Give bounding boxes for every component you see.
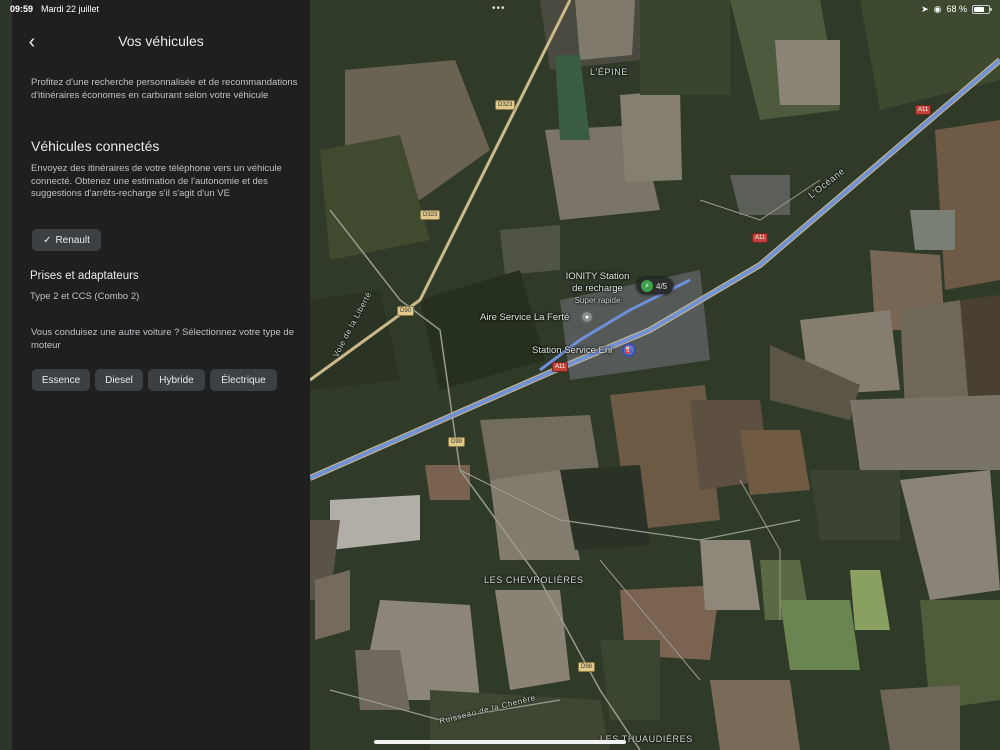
home-indicator[interactable] bbox=[374, 740, 626, 744]
battery-percent: 68 % bbox=[946, 4, 967, 14]
rest-area-pin-icon[interactable]: ● bbox=[580, 310, 594, 324]
road-shield-a11-b: A11 bbox=[552, 362, 569, 372]
road-shield-d323-a: D323 bbox=[495, 100, 516, 110]
poi-station-eni-label[interactable]: Station Service Eni bbox=[532, 345, 612, 357]
engine-chip-hybride[interactable]: Hybride bbox=[148, 369, 205, 391]
plugs-title[interactable]: Prises et adaptateurs bbox=[30, 270, 139, 282]
road-shield-d99: D99 bbox=[448, 437, 466, 447]
battery-fill bbox=[974, 6, 984, 12]
check-icon: ✓ bbox=[43, 234, 52, 246]
engine-chip-essence[interactable]: Essence bbox=[32, 369, 90, 391]
engine-chip-electrique[interactable]: Électrique bbox=[210, 369, 277, 391]
road-shield-a11-c: A11 bbox=[915, 105, 932, 115]
intro-text: Profitez d'une recherche personnalisée e… bbox=[31, 77, 298, 101]
multitasking-dots[interactable]: ••• bbox=[492, 3, 506, 14]
other-car-text: Vous conduisez une autre voiture ? Sélec… bbox=[31, 327, 295, 351]
battery-icon bbox=[972, 4, 992, 14]
poi-aire-label[interactable]: Aire Service La Ferté bbox=[480, 312, 569, 324]
vehicles-panel: ‹ Vos véhicules Profitez d'une recherche… bbox=[12, 0, 310, 750]
eye-icon: ◉ bbox=[933, 3, 942, 14]
road-shield-d98: D98 bbox=[578, 662, 596, 672]
panel-header: ‹ Vos véhicules bbox=[12, 28, 310, 56]
ev-availability: 4/5 bbox=[656, 281, 668, 291]
poi-ionity-name2: de recharge bbox=[572, 283, 623, 294]
connected-vehicles-title: Véhicules connectés bbox=[31, 138, 160, 154]
road-shield-d90: D90 bbox=[397, 306, 415, 316]
status-date: Mardi 22 juillet bbox=[41, 4, 100, 14]
poi-ionity-sub: Super rapide bbox=[574, 296, 621, 305]
plugs-value[interactable]: Type 2 et CCS (Combo 2) bbox=[30, 291, 139, 302]
place-label-lepine: L'ÉPINE bbox=[590, 67, 628, 77]
engine-type-chips: Essence Diesel Hybride Électrique bbox=[32, 369, 277, 391]
page-title: Vos véhicules bbox=[118, 33, 204, 49]
engine-chip-diesel[interactable]: Diesel bbox=[95, 369, 143, 391]
status-bar: 09:59 Mardi 22 juillet ••• ➤ ◉ 68 % bbox=[0, 0, 1000, 18]
renault-label: Renault bbox=[55, 234, 90, 246]
poi-ionity[interactable]: IONITY Station de recharge Super rapide bbox=[555, 271, 640, 307]
status-time: 09:59 bbox=[10, 4, 34, 14]
renault-vehicle-chip[interactable]: ✓ Renault bbox=[32, 229, 101, 251]
road-shield-d323-b: D323 bbox=[420, 210, 441, 220]
road-shield-a11-a: A11 bbox=[752, 233, 769, 243]
poi-ionity-name1: IONITY Station bbox=[565, 271, 630, 282]
lightning-icon: ⚡ bbox=[641, 280, 653, 292]
connected-vehicles-description: Envoyez des itinéraires de votre télépho… bbox=[31, 163, 282, 199]
location-arrow-icon: ➤ bbox=[921, 3, 929, 14]
fuel-station-pin-icon[interactable]: ⛽ bbox=[622, 343, 636, 357]
ev-charger-badge[interactable]: ⚡ 4/5 bbox=[637, 278, 674, 294]
place-label-chevrolieres: LES CHEVROLIÈRES bbox=[484, 575, 584, 585]
